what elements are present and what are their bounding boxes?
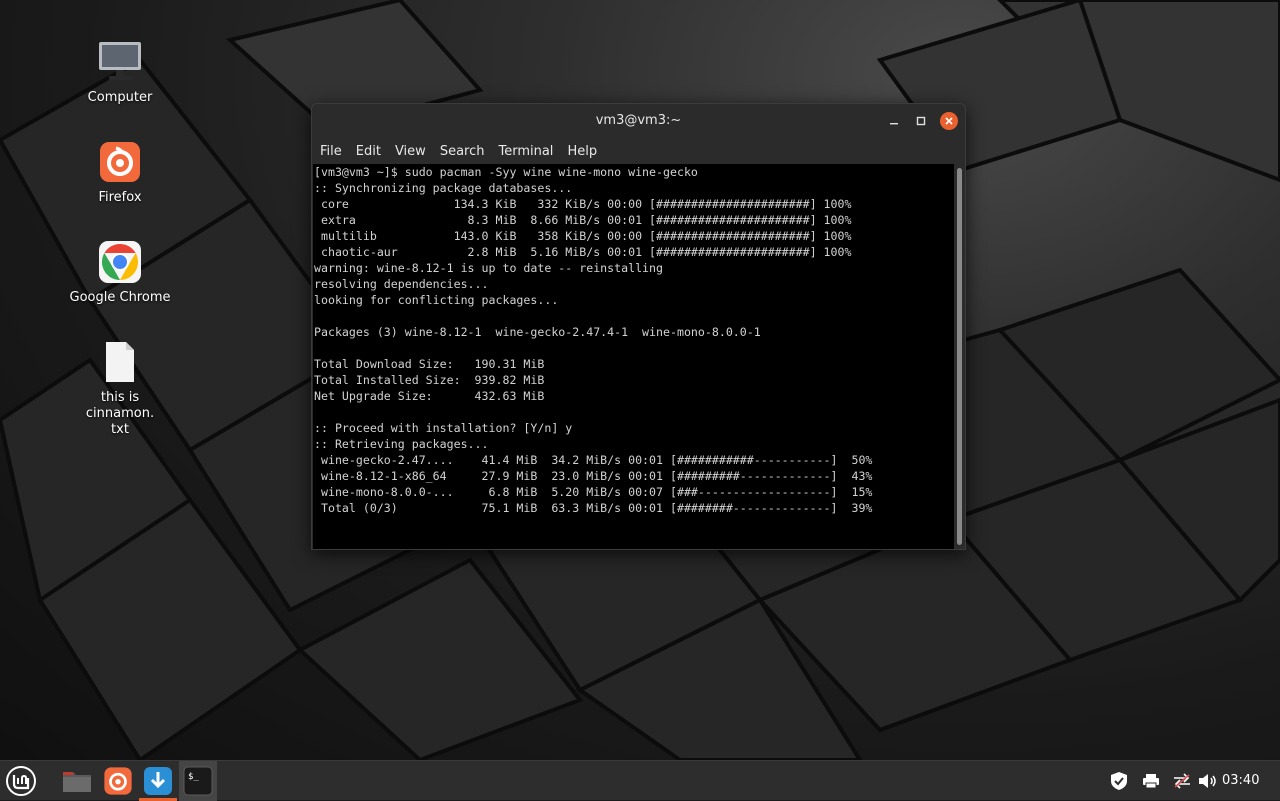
menu-view[interactable]: View <box>395 144 426 159</box>
download-icon <box>144 767 172 795</box>
firefox-icon <box>98 140 142 184</box>
terminal-area[interactable]: [vm3@vm3 ~]$ sudo pacman -Syy wine wine-… <box>313 164 954 549</box>
terminal-icon: $_ <box>183 766 213 796</box>
desktop-icon-label: Google Chrome <box>69 290 171 305</box>
scrollbar-thumb[interactable] <box>957 168 962 545</box>
computer-icon <box>98 40 142 84</box>
terminal-window[interactable]: vm3@vm3:~ File Edit View Search Terminal… <box>311 103 966 550</box>
maximize-icon <box>916 116 926 126</box>
files-launcher[interactable] <box>58 761 96 801</box>
terminal-launcher[interactable]: $_ <box>179 761 217 801</box>
network-icon <box>1174 773 1190 789</box>
desktop-icon-firefox[interactable]: Firefox <box>65 140 175 206</box>
menu-search[interactable]: Search <box>440 144 485 159</box>
desktop-icon-computer[interactable]: Computer <box>65 40 175 106</box>
menu-file[interactable]: File <box>320 144 342 159</box>
menu-icon <box>6 766 36 796</box>
minimize-icon <box>890 123 898 125</box>
maximize-button[interactable] <box>912 112 930 130</box>
svg-text:$_: $_ <box>188 772 199 782</box>
menu-edit[interactable]: Edit <box>356 144 381 159</box>
menu-help[interactable]: Help <box>567 144 597 159</box>
close-button[interactable] <box>940 112 958 130</box>
files-icon <box>63 772 91 792</box>
minimize-button[interactable] <box>885 112 903 130</box>
menu-terminal[interactable]: Terminal <box>498 144 553 159</box>
main-menu-button[interactable] <box>2 761 40 801</box>
shield-icon <box>1111 772 1127 790</box>
close-icon <box>945 117 953 125</box>
clock[interactable]: 03:40 <box>1222 773 1259 788</box>
tray-network[interactable] <box>1169 761 1195 801</box>
desktop-icon-label: Firefox <box>98 190 142 205</box>
window-title: vm3@vm3:~ <box>595 113 682 128</box>
chrome-icon <box>98 240 142 284</box>
desktop-icon-label: this is cinnamon. txt <box>85 390 155 437</box>
desktop-icon-text-file[interactable]: this is cinnamon. txt <box>65 340 175 438</box>
desktop-icon-label: Computer <box>87 90 153 105</box>
terminal-output: [vm3@vm3 ~]$ sudo pacman -Syy wine wine-… <box>314 165 873 515</box>
download-launcher[interactable] <box>139 761 177 801</box>
window-titlebar[interactable]: vm3@vm3:~ <box>312 104 965 138</box>
text-file-icon <box>98 340 142 384</box>
volume-icon <box>1199 774 1216 788</box>
taskbar: $_ 03:40 <box>0 760 1280 801</box>
vertical-scrollbar[interactable] <box>954 164 965 549</box>
tray-printer[interactable] <box>1138 761 1164 801</box>
firefox-launcher[interactable] <box>99 761 137 801</box>
menu-bar: File Edit View Search Terminal Help <box>312 138 965 164</box>
firefox-icon <box>104 767 132 795</box>
tray-volume[interactable] <box>1196 761 1220 801</box>
desktop-icon-chrome[interactable]: Google Chrome <box>65 240 175 306</box>
tray-shield[interactable] <box>1106 761 1132 801</box>
printer-icon <box>1143 774 1159 789</box>
